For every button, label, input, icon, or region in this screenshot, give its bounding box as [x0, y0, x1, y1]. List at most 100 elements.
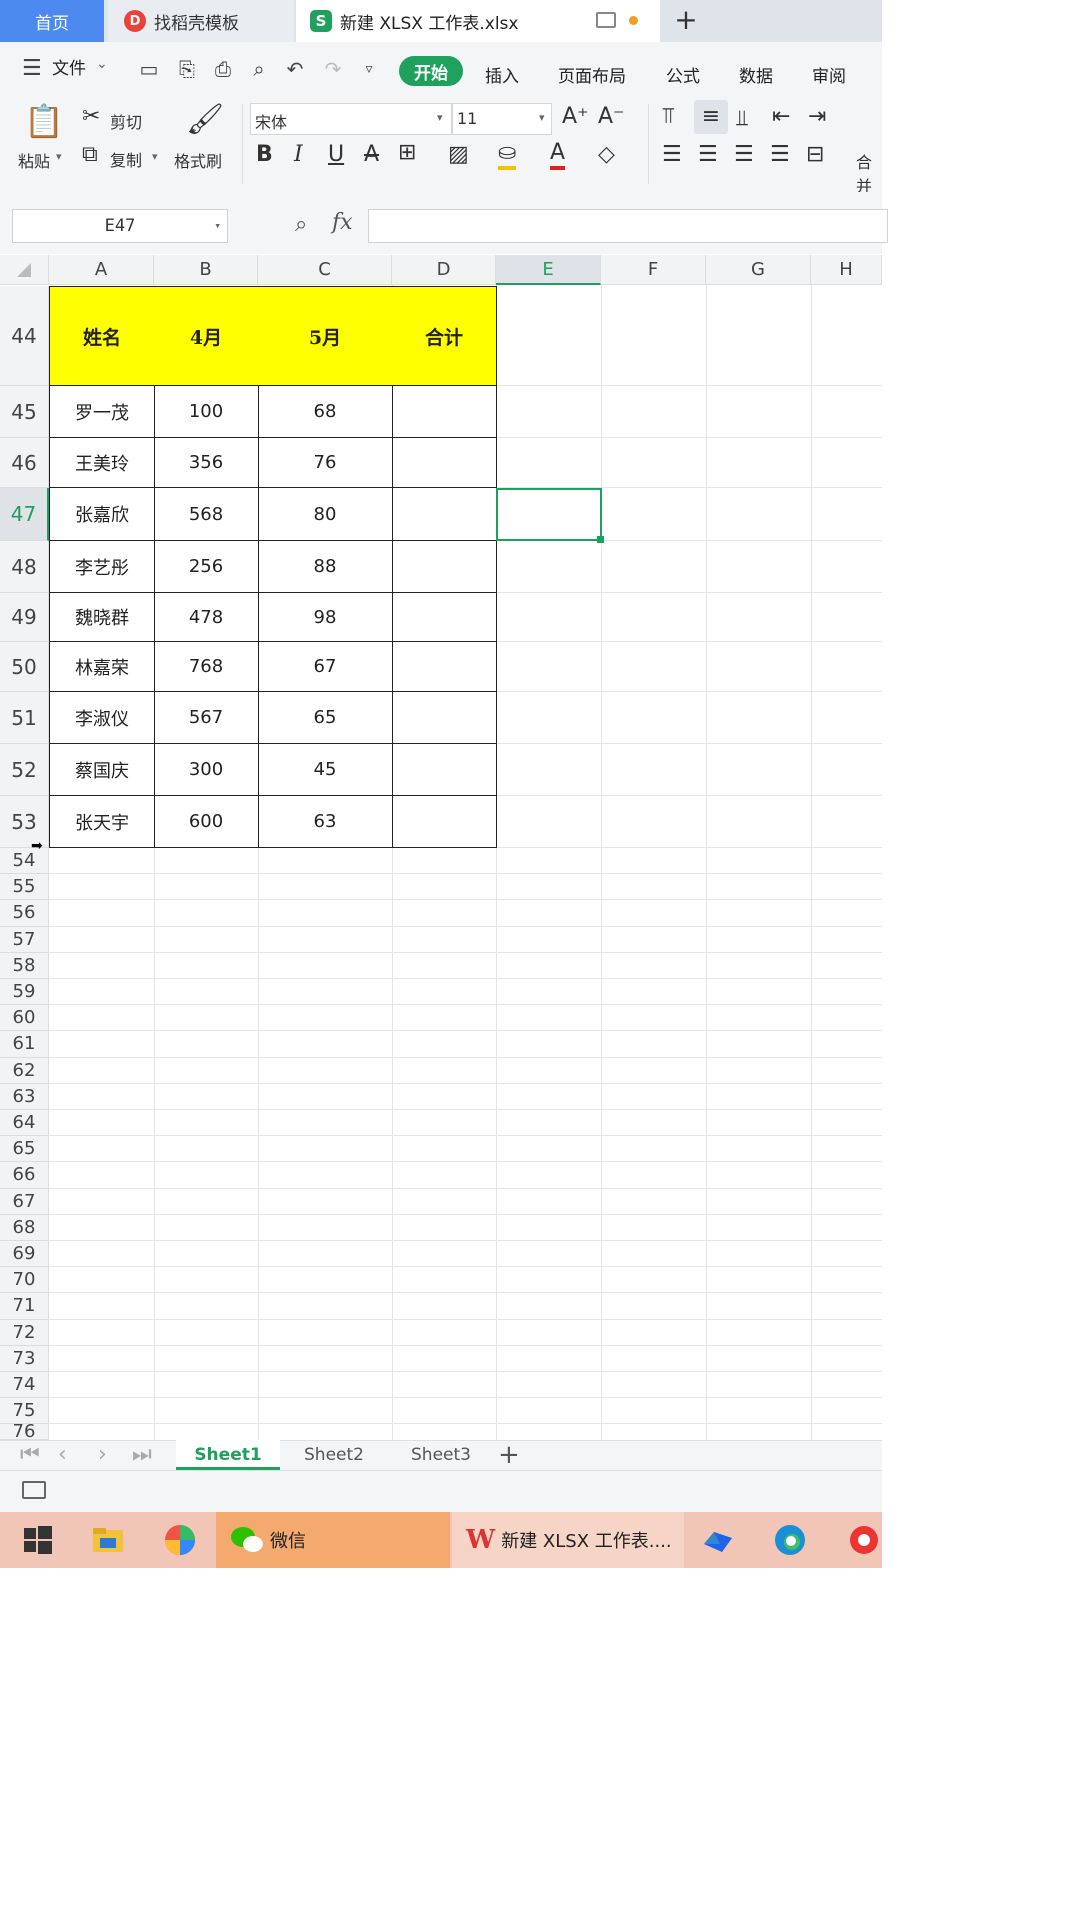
file-explorer-icon[interactable]: [90, 1522, 126, 1558]
cell-A52[interactable]: 蔡国庆: [49, 744, 155, 796]
paste-dropdown-icon[interactable]: ▾: [56, 150, 62, 163]
cell-D50[interactable]: [392, 642, 497, 692]
sheet-tab-2[interactable]: Sheet2: [284, 1440, 384, 1470]
row-header-51[interactable]: 51: [0, 692, 49, 744]
menu-file[interactable]: 文件: [52, 54, 86, 79]
menu-page-layout[interactable]: 页面布局: [558, 62, 626, 87]
prev-sheet-icon[interactable]: ‹: [58, 1442, 67, 1467]
zoom-formula-icon[interactable]: ⌕: [295, 212, 307, 237]
borders-icon[interactable]: ⊞: [398, 140, 416, 165]
fx-icon[interactable]: fx: [332, 210, 353, 235]
cell-A50[interactable]: 林嘉荣: [49, 642, 155, 692]
cell-A53[interactable]: 张天宇: [49, 796, 155, 848]
cell-B48[interactable]: 256: [154, 541, 259, 593]
cell-A44[interactable]: 姓名: [49, 286, 155, 386]
chevron-down-icon[interactable]: ⌄: [96, 56, 108, 72]
cell-B45[interactable]: 100: [154, 386, 259, 438]
cell-D53[interactable]: [392, 796, 497, 848]
column-header-H[interactable]: H: [811, 255, 882, 285]
column-header-A[interactable]: A: [49, 255, 154, 285]
menu-data[interactable]: 数据: [739, 62, 773, 87]
tab-home[interactable]: 首页: [0, 0, 104, 42]
menu-formulas[interactable]: 公式: [666, 62, 700, 87]
menu-review[interactable]: 审阅: [812, 62, 846, 87]
first-sheet-icon[interactable]: ⏮: [20, 1442, 40, 1467]
row-header-65[interactable]: 65: [0, 1136, 49, 1163]
cell-B46[interactable]: 356: [154, 438, 259, 488]
bold-icon[interactable]: B: [256, 142, 273, 167]
menu-insert[interactable]: 插入: [485, 62, 519, 87]
cell-C47[interactable]: 80: [258, 488, 393, 541]
cell-C51[interactable]: 65: [258, 692, 393, 744]
print-preview-icon[interactable]: ⌕: [248, 58, 270, 80]
row-header-62[interactable]: 62: [0, 1057, 49, 1084]
font-color-icon[interactable]: A: [550, 140, 566, 170]
monitor-icon[interactable]: [596, 12, 616, 28]
row-header-74[interactable]: 74: [0, 1372, 49, 1399]
select-all-corner[interactable]: [0, 255, 49, 285]
cell-A47[interactable]: 张嘉欣: [49, 488, 155, 541]
paste-icon[interactable]: 📋: [24, 102, 64, 140]
tab-spreadsheet-file[interactable]: S 新建 XLSX 工作表.xlsx: [296, 0, 660, 42]
justify-icon[interactable]: ☰: [770, 142, 790, 167]
align-middle-icon[interactable]: ≡: [694, 100, 728, 134]
fill-handle[interactable]: [597, 536, 604, 543]
column-header-F[interactable]: F: [601, 255, 706, 285]
row-header-46[interactable]: 46: [0, 438, 49, 488]
increase-indent-icon[interactable]: ⇥: [808, 104, 826, 129]
row-header-48[interactable]: 48: [0, 541, 49, 593]
row-header-47[interactable]: 47: [0, 488, 49, 541]
sheet-tab-1[interactable]: Sheet1: [176, 1440, 280, 1470]
clear-format-icon[interactable]: ◇: [598, 142, 615, 167]
cell-C45[interactable]: 68: [258, 386, 393, 438]
cell-D45[interactable]: [392, 386, 497, 438]
row-header-73[interactable]: 73: [0, 1345, 49, 1372]
macro-icon[interactable]: [22, 1481, 46, 1499]
windows-start-icon[interactable]: [20, 1522, 56, 1558]
format-painter-icon[interactable]: 🖌: [186, 102, 224, 137]
tab-templates[interactable]: D 找稻壳模板: [108, 0, 294, 42]
paste-button[interactable]: 粘贴: [18, 148, 50, 172]
next-sheet-icon[interactable]: ›: [98, 1442, 107, 1467]
row-header-68[interactable]: 68: [0, 1214, 49, 1241]
align-bottom-icon[interactable]: ⫫: [736, 106, 748, 131]
column-header-D[interactable]: D: [392, 255, 496, 285]
new-tab-button[interactable]: +: [670, 4, 702, 36]
cell-C46[interactable]: 76: [258, 438, 393, 488]
cell-D46[interactable]: [392, 438, 497, 488]
align-right-icon[interactable]: ☰: [734, 142, 754, 167]
scissors-icon[interactable]: ✂: [82, 104, 100, 129]
cell-D51[interactable]: [392, 692, 497, 744]
sheet-tab-3[interactable]: Sheet3: [390, 1440, 492, 1470]
cell-D47[interactable]: [392, 488, 497, 541]
row-header-70[interactable]: 70: [0, 1267, 49, 1294]
align-center-icon[interactable]: ☰: [698, 142, 718, 167]
cell-A46[interactable]: 王美玲: [49, 438, 155, 488]
selected-cell-E47[interactable]: [496, 488, 602, 541]
feishu-icon[interactable]: [700, 1522, 736, 1558]
copy-dropdown-icon[interactable]: ▾: [152, 150, 158, 163]
cell-B52[interactable]: 300: [154, 744, 259, 796]
align-top-icon[interactable]: ⫪: [662, 104, 674, 129]
font-size-select[interactable]: 11 ▾: [452, 103, 552, 135]
cell-C49[interactable]: 98: [258, 593, 393, 642]
row-header-55[interactable]: 55: [0, 874, 49, 901]
row-header-52[interactable]: 52: [0, 744, 49, 796]
edge-browser-icon[interactable]: [772, 1522, 808, 1558]
column-header-C[interactable]: C: [258, 255, 392, 285]
row-header-61[interactable]: 61: [0, 1031, 49, 1058]
decrease-font-size-icon[interactable]: A⁻: [598, 104, 625, 129]
undo-icon[interactable]: ↶: [284, 58, 306, 80]
print-icon[interactable]: ⎙: [212, 58, 234, 80]
italic-icon[interactable]: I: [294, 142, 303, 167]
taskbar-wps[interactable]: W 新建 XLSX 工作表....: [452, 1512, 684, 1568]
cell-C53[interactable]: 63: [258, 796, 393, 848]
add-sheet-button[interactable]: +: [498, 1440, 520, 1470]
export-pdf-icon[interactable]: ⎘: [176, 58, 198, 80]
cell-A45[interactable]: 罗一茂: [49, 386, 155, 438]
copy-icon[interactable]: ⧉: [82, 142, 98, 167]
column-header-B[interactable]: B: [154, 255, 258, 285]
row-header-57[interactable]: 57: [0, 926, 49, 953]
copy-button[interactable]: 复制: [110, 147, 142, 171]
fill-color-icon[interactable]: ⛀: [498, 140, 517, 170]
